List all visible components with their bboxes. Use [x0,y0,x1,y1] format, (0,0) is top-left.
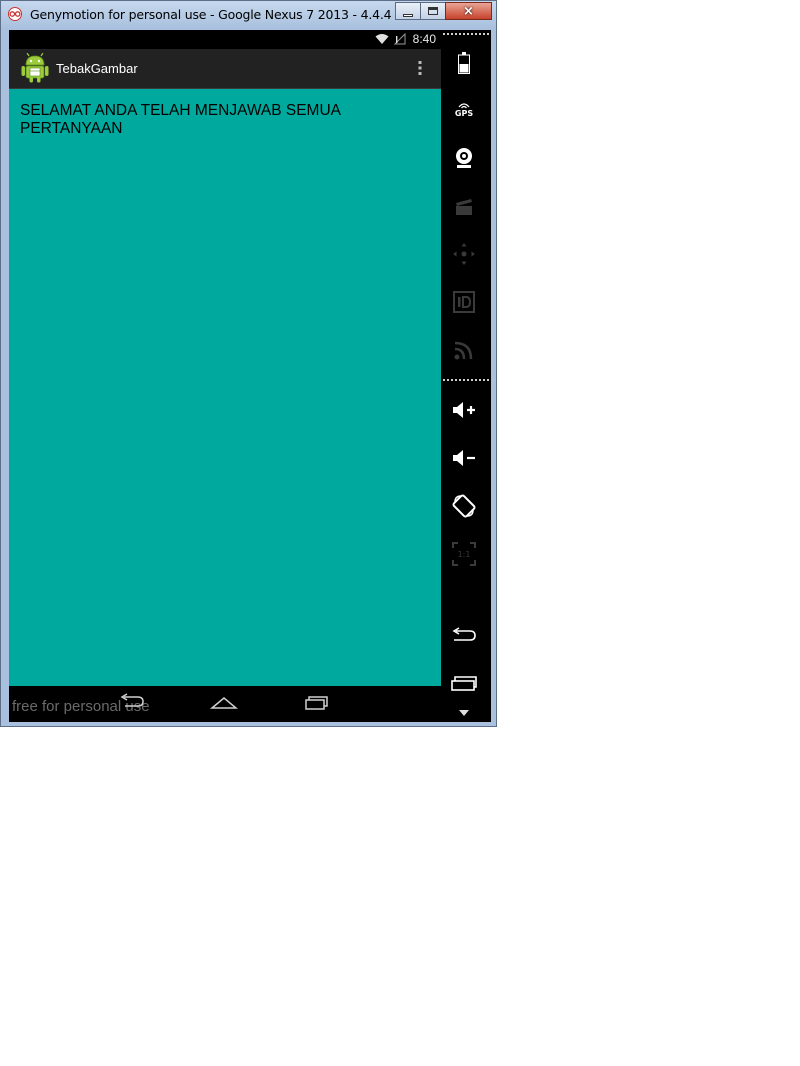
capture-button[interactable] [441,189,487,223]
minimize-button[interactable] [395,2,421,20]
toolbar-expand-button[interactable] [441,702,487,724]
back-icon [452,627,476,641]
cast-icon [454,341,473,360]
genymotion-toolbar: GPS 1:1 [441,30,491,722]
back-icon[interactable] [118,693,146,709]
recent-apps-icon[interactable] [304,694,330,710]
remote-control-icon [453,243,475,265]
wifi-icon [375,34,389,44]
volume-down-icon [453,450,475,466]
content-area: SELAMAT ANDA TELAH MENJAWAB SEMUA PERTAN… [9,89,441,686]
recent-apps-icon [451,676,477,691]
svg-text:1:1: 1:1 [458,550,471,559]
rotate-icon [452,494,476,518]
pixel-perfect-button[interactable]: 1:1 [441,537,487,571]
window-titlebar[interactable]: Genymotion for personal use - Google Nex… [1,1,496,28]
expand-arrow-icon [459,710,469,716]
minimize-icon [403,13,413,17]
close-icon: × [463,3,474,19]
android-app-icon[interactable] [21,53,49,83]
signal-icon [394,33,406,45]
gps-label: GPS [454,109,474,118]
cast-button[interactable] [441,333,487,367]
status-bar: 8:40 [9,30,441,49]
volume-up-icon [453,402,475,418]
webcam-button[interactable] [441,141,487,175]
window-title: Genymotion for personal use - Google Nex… [30,7,434,22]
status-time: 8:40 [412,32,436,46]
volume-up-button[interactable] [441,393,487,427]
congratulation-message: SELAMAT ANDA TELAH MENJAWAB SEMUA PERTAN… [20,102,341,137]
home-icon[interactable] [210,696,238,710]
android-recent-apps-button[interactable] [441,666,487,700]
pixel-perfect-icon: 1:1 [452,542,476,566]
device-id-button[interactable] [441,285,487,319]
maximize-button[interactable] [420,2,446,20]
toolbar-divider [443,379,489,381]
close-button[interactable]: × [445,2,492,20]
rotate-button[interactable] [441,489,487,523]
overflow-menu-icon[interactable] [418,60,422,76]
app-title: TebakGambar [56,61,138,76]
navigation-bar: free for personal use [9,686,441,722]
gps-icon: GPS [455,102,473,118]
battery-button[interactable] [441,46,487,80]
action-bar: TebakGambar [9,49,441,89]
device-screen: 8:40 TebakGambar SELAMAT ANDA TELAH MENJ… [9,30,441,722]
capture-icon [456,199,472,215]
id-icon [453,291,475,313]
genymotion-window: Genymotion for personal use - Google Nex… [0,0,497,727]
maximize-icon [428,7,438,15]
genymotion-logo-icon [8,7,22,21]
battery-icon [458,52,470,74]
webcam-icon [456,148,472,168]
volume-down-button[interactable] [441,441,487,475]
gps-button[interactable]: GPS [441,93,487,127]
toolbar-divider [443,33,489,35]
remote-control-button[interactable] [441,237,487,271]
android-back-button[interactable] [441,618,487,652]
window-controls: × [395,2,492,21]
